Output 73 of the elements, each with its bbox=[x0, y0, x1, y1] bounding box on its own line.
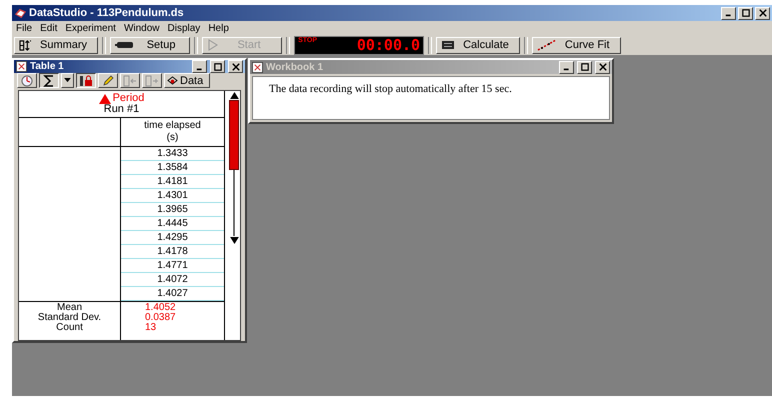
table-icon bbox=[16, 61, 27, 72]
menu-item[interactable]: Help bbox=[208, 22, 229, 34]
minimize-button[interactable] bbox=[721, 6, 736, 20]
scroll-thumb[interactable] bbox=[229, 100, 239, 170]
window-title: Table 1 bbox=[30, 61, 64, 72]
close-button[interactable] bbox=[755, 6, 770, 20]
maximize-icon bbox=[580, 63, 588, 71]
menu-item[interactable]: Edit bbox=[40, 22, 58, 34]
table-cell: 1.4027 bbox=[121, 287, 224, 301]
close-icon bbox=[758, 9, 766, 17]
run-label: Run #1 bbox=[104, 104, 140, 115]
plug-icon bbox=[115, 41, 136, 49]
curve-fit-icon bbox=[536, 39, 557, 51]
close-button[interactable] bbox=[228, 60, 243, 73]
maximize-icon bbox=[742, 9, 750, 17]
workbook-icon bbox=[252, 62, 263, 72]
stat-label: Count bbox=[56, 323, 83, 333]
sigma-button[interactable] bbox=[39, 73, 59, 88]
stat-value: 13 bbox=[145, 323, 156, 333]
close-icon bbox=[598, 63, 606, 71]
table-cell: 1.3584 bbox=[121, 161, 224, 175]
stat-value: 0.0387 bbox=[145, 313, 176, 323]
table-cell: 1.3433 bbox=[121, 147, 224, 161]
pencil-button[interactable] bbox=[98, 73, 118, 88]
stat-value: 1.4052 bbox=[145, 303, 176, 313]
stat-label: Mean bbox=[56, 303, 82, 313]
remove-column-button[interactable] bbox=[120, 73, 140, 88]
triangle-icon bbox=[98, 94, 111, 104]
sigma-icon bbox=[43, 74, 55, 86]
table-cell: 1.4301 bbox=[121, 189, 224, 203]
maximize-button[interactable] bbox=[738, 6, 753, 20]
calculator-icon bbox=[441, 40, 456, 50]
calculate-button[interactable]: Calculate bbox=[436, 36, 520, 54]
column-header: (s) bbox=[166, 132, 178, 144]
column-header: time elapsed bbox=[144, 120, 201, 132]
table-cell: 1.3965 bbox=[121, 203, 224, 217]
table-cell: 1.4445 bbox=[121, 217, 224, 231]
lock-icon bbox=[79, 74, 93, 86]
stat-label: Standard Dev. bbox=[38, 313, 102, 323]
column-left-arrow-icon bbox=[123, 74, 137, 86]
menu-item[interactable]: File bbox=[16, 22, 32, 34]
dropdown-button[interactable] bbox=[61, 73, 74, 88]
workbook-text: The data recording will stop automatically after 15 sec. bbox=[269, 83, 513, 95]
app-icon bbox=[14, 6, 27, 20]
timer-value: 00:00.0 bbox=[356, 36, 420, 54]
curvefit-button[interactable]: Curve Fit bbox=[532, 36, 621, 54]
column-plus-icon bbox=[145, 74, 159, 86]
measurement-name: Period bbox=[112, 93, 144, 104]
caret-icon bbox=[64, 78, 71, 83]
close-icon bbox=[232, 62, 240, 70]
table-cell: 1.4181 bbox=[121, 175, 224, 189]
maximize-button[interactable] bbox=[210, 60, 225, 73]
window-title: Workbook 1 bbox=[266, 62, 324, 72]
summary-icon bbox=[19, 40, 32, 50]
table-cell: 1.4771 bbox=[121, 259, 224, 273]
window-title: DataStudio - 113Pendulum.ds bbox=[29, 7, 184, 19]
clock-button[interactable] bbox=[17, 73, 37, 88]
table-cell: 1.4295 bbox=[121, 231, 224, 245]
maximize-icon bbox=[214, 62, 222, 70]
lock-button[interactable] bbox=[76, 73, 96, 88]
table-cell: 1.4072 bbox=[121, 273, 224, 287]
data-button[interactable]: Data bbox=[164, 73, 210, 88]
menu-item[interactable]: Window bbox=[124, 22, 160, 34]
minimize-button[interactable] bbox=[192, 60, 207, 73]
summary-button[interactable]: Summary bbox=[14, 36, 98, 54]
menu-item[interactable]: Experiment bbox=[65, 22, 116, 34]
add-column-button[interactable] bbox=[142, 73, 162, 88]
setup-button[interactable]: Setup bbox=[110, 36, 190, 54]
play-icon bbox=[207, 39, 220, 51]
table-cell: 1.4178 bbox=[121, 245, 224, 259]
clock-icon bbox=[21, 74, 33, 86]
data-icon bbox=[167, 76, 178, 85]
menu-item[interactable]: Display bbox=[168, 22, 200, 34]
